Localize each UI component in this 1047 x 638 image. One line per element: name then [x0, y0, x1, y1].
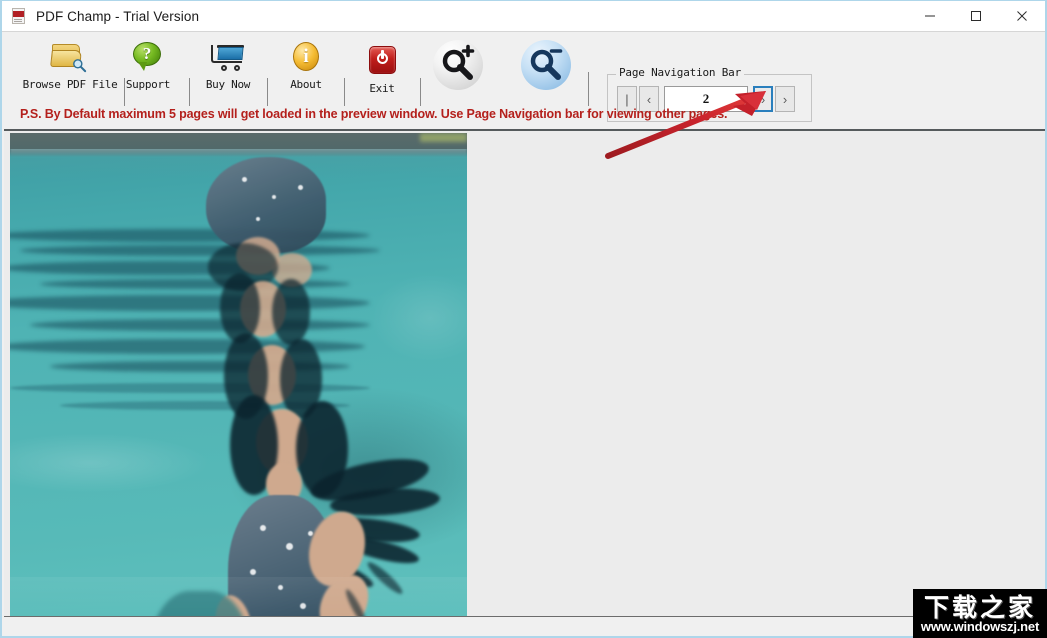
zoom-out-button[interactable] — [520, 40, 572, 92]
shopping-cart-icon — [192, 37, 264, 77]
toolbar: Browse PDF File ? Support Buy Now i Abou… — [2, 31, 1045, 122]
close-icon[interactable] — [999, 1, 1045, 31]
buy-now-button[interactable]: Buy Now — [192, 37, 264, 101]
site-watermark: 下载之家 www.windowszj.net — [913, 589, 1047, 638]
toolbar-separator — [189, 78, 190, 106]
pdf-preview-area[interactable] — [4, 129, 1045, 616]
last-page-button[interactable]: › — [775, 86, 795, 112]
about-label: About — [290, 78, 322, 91]
minimize-icon[interactable] — [907, 1, 953, 31]
folder-search-icon — [20, 37, 120, 77]
zoom-in-icon — [432, 40, 484, 90]
zoom-out-icon — [520, 40, 572, 90]
buy-now-label: Buy Now — [205, 78, 251, 91]
underwater-photo — [10, 133, 467, 616]
zoom-in-button[interactable] — [432, 40, 484, 92]
toolbar-separator — [344, 78, 345, 106]
toolbar-separator — [267, 78, 268, 106]
window-title: PDF Champ - Trial Version — [36, 8, 200, 24]
support-button[interactable]: ? Support — [112, 37, 184, 101]
title-bar: PDF Champ - Trial Version — [2, 1, 1045, 31]
browse-pdf-file-button[interactable]: Browse PDF File — [20, 37, 120, 101]
pdf-page-thumbnail[interactable] — [10, 133, 467, 616]
browse-pdf-file-label: Browse PDF File — [22, 78, 118, 91]
trial-notice-text: P.S. By Default maximum 5 pages will get… — [20, 107, 728, 121]
toolbar-separator — [420, 78, 421, 106]
application-window: PDF Champ - Trial Version Browse PDF Fil… — [0, 0, 1047, 638]
pdf-document-icon — [11, 8, 27, 24]
toolbar-separator — [588, 72, 589, 106]
support-label: Support — [125, 78, 171, 91]
window-controls — [907, 1, 1045, 31]
power-button-icon — [346, 41, 418, 81]
magnifier-glyph — [73, 59, 87, 73]
page-navigation-legend: Page Navigation Bar — [616, 66, 745, 79]
exit-label: Exit — [369, 82, 395, 95]
info-circle-icon: i — [270, 37, 342, 77]
status-strip — [4, 616, 1045, 636]
green-question-bubble-icon: ? — [112, 37, 184, 77]
exit-button[interactable]: Exit — [346, 41, 418, 105]
about-button[interactable]: i About — [270, 37, 342, 101]
maximize-icon[interactable] — [953, 1, 999, 31]
next-page-button[interactable]: › — [753, 86, 773, 112]
watermark-url: www.windowszj.net — [920, 619, 1040, 634]
